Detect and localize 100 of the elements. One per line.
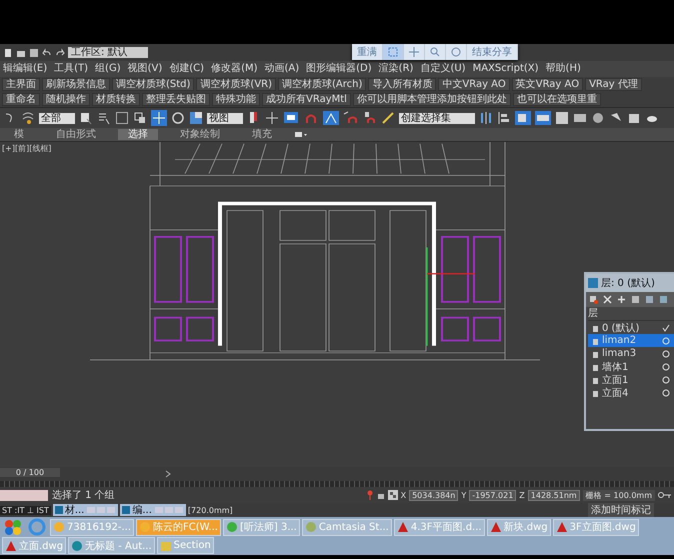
status-message: 选择了 1 个组 <box>52 488 115 502</box>
layer-row[interactable]: liman3 <box>588 347 674 360</box>
undo-icon[interactable] <box>42 48 52 58</box>
select-by-name-icon[interactable] <box>97 111 111 125</box>
zoom-icon <box>430 47 440 57</box>
start-icon[interactable] <box>2 518 24 536</box>
menu-item[interactable]: 创建(C) <box>169 63 204 75</box>
menu-item[interactable]: 帮助(H) <box>546 63 581 75</box>
window-title[interactable]: 编... <box>132 503 152 517</box>
named-selection-dropdown[interactable]: 创建选择集 <box>399 112 475 124</box>
redo-icon[interactable] <box>55 48 65 58</box>
ribbon-tab[interactable]: 填充 <box>242 129 282 140</box>
measurement-label: [720.0mm] <box>188 506 233 514</box>
app-icon <box>226 521 238 533</box>
dialog-title: 层: 0 (默认) <box>601 277 655 290</box>
toolbar-button[interactable]: 导入所有材质 <box>368 78 436 91</box>
menu-item[interactable]: 图形编辑器(D) <box>306 63 372 75</box>
toolbar-button[interactable]: 随机操作 <box>42 93 90 106</box>
menu-item[interactable]: 修改器(M) <box>211 63 258 75</box>
save-icon[interactable] <box>29 48 39 58</box>
layer-row[interactable]: liman2 <box>588 334 674 347</box>
layer-row[interactable]: 立面4 <box>588 386 674 399</box>
listener-bar[interactable] <box>0 490 48 500</box>
workspace-dropdown[interactable]: 工作区: 默认 <box>68 47 148 58</box>
angle-snap-icon[interactable] <box>323 111 339 125</box>
toolbar-button[interactable]: VRay 代理 <box>585 78 642 91</box>
x-coordinate-field[interactable]: 5034.384n <box>409 490 458 500</box>
toolbar-button[interactable]: 你可以用脚本管理添加按钮到此处 <box>352 93 511 106</box>
ribbon-tab[interactable]: 模 <box>4 129 34 140</box>
menu-item[interactable]: 组(G) <box>95 63 121 75</box>
select-icon[interactable] <box>79 111 93 125</box>
layer-icon <box>588 278 598 288</box>
y-coordinate-field[interactable]: -1957.021 <box>469 490 516 500</box>
window-title[interactable]: 材... <box>64 503 84 517</box>
layer-row[interactable]: 0 (默认) <box>588 321 674 334</box>
menu-item[interactable]: 视图(V) <box>128 63 162 75</box>
toolbar-button[interactable]: 调空材质球(Std) <box>112 78 194 91</box>
toolbar-button[interactable]: 调空材质球(VR) <box>196 78 276 91</box>
rectangle-selection-icon[interactable] <box>115 111 129 125</box>
next-frame-icon[interactable] <box>164 470 172 478</box>
dropdown-icon[interactable] <box>294 130 308 138</box>
menu-item[interactable]: 工具(T) <box>54 63 88 75</box>
menu-item[interactable]: 渲染(R) <box>378 63 414 75</box>
circle-icon[interactable] <box>662 350 670 358</box>
add-icon[interactable] <box>617 295 626 304</box>
dashed-square-icon <box>388 47 398 57</box>
selection-filter-dropdown[interactable]: 全部 <box>39 112 75 124</box>
toolbar-button[interactable]: 材质转换 <box>92 93 140 106</box>
toolbar-button[interactable]: 也可以在选项里重 <box>512 93 601 106</box>
toolbar-button[interactable]: 调空材质球(Arch) <box>278 78 366 91</box>
ribbon-tab[interactable]: 选择 <box>118 129 158 140</box>
add-time-tag-button[interactable]: 添加时间标记 <box>588 503 654 517</box>
end-share-button[interactable]: 结束分享 <box>467 44 518 60</box>
circle-icon[interactable] <box>662 362 670 370</box>
menu-item[interactable]: MAXScript(X) <box>472 63 539 75</box>
new-layer-icon[interactable] <box>589 295 598 304</box>
rotate-icon[interactable] <box>171 111 185 125</box>
delete-icon[interactable] <box>603 295 612 304</box>
ribbon-tab[interactable]: 自由形式 <box>46 129 106 140</box>
grid-icon[interactable] <box>388 490 398 500</box>
toolbar-button[interactable]: 中文VRay AO <box>438 78 510 91</box>
timeline-track[interactable] <box>0 481 674 487</box>
axis-label: X <box>400 490 406 500</box>
layer-row[interactable]: 立面1 <box>588 373 674 386</box>
app-icon <box>304 521 317 533</box>
toolbar-button[interactable]: 整理丢失贴图 <box>142 93 210 106</box>
new-file-icon[interactable] <box>3 48 13 58</box>
pin-icon[interactable] <box>366 490 374 500</box>
crosshair-icon[interactable] <box>265 111 279 125</box>
circle-icon <box>451 47 461 57</box>
toolbar-button[interactable]: 特殊功能 <box>212 93 260 106</box>
mirror-icon[interactable] <box>479 111 493 125</box>
toolbar-button[interactable]: 英文VRay AO <box>512 78 584 91</box>
axis-label: Z <box>519 490 525 500</box>
toolbar-button[interactable]: 刷新场景信息 <box>42 78 110 91</box>
toolbar-button[interactable]: 重命名 <box>2 93 40 106</box>
menu-item[interactable]: 动画(A) <box>264 63 300 75</box>
layer-row[interactable]: 墙体1 <box>588 360 674 373</box>
z-coordinate-field[interactable]: 1428.51nm <box>528 490 580 500</box>
move-icon[interactable] <box>151 110 167 126</box>
viewport-label[interactable]: [+][前][线框] <box>2 143 52 154</box>
toolbar-button[interactable]: 主界面 <box>2 78 40 91</box>
grid-size-label: 栅格 = 100.0mm <box>582 490 655 500</box>
toolbar-button[interactable]: 成功所有VRayMtl <box>262 93 351 106</box>
menu-item[interactable]: 自定义(U) <box>420 63 466 75</box>
circle-icon[interactable] <box>662 388 670 396</box>
circle-icon[interactable] <box>662 336 670 344</box>
ribbon-tab[interactable]: 对象绘制 <box>170 129 230 140</box>
key-icon[interactable] <box>658 491 672 499</box>
align-icon[interactable] <box>497 111 511 125</box>
app-icon <box>160 540 172 552</box>
app-icon <box>71 540 84 552</box>
app-icon <box>490 521 502 533</box>
scale-icon[interactable] <box>189 111 203 125</box>
coordinate-system-dropdown[interactable]: 视图 <box>207 112 243 124</box>
app-icon <box>396 521 409 533</box>
circle-icon[interactable] <box>662 376 670 384</box>
window-crossing-icon[interactable] <box>133 111 147 125</box>
time-slider-thumb[interactable]: 0 / 100 <box>0 468 60 477</box>
menu-item[interactable]: 辑编辑(E) <box>3 63 48 75</box>
